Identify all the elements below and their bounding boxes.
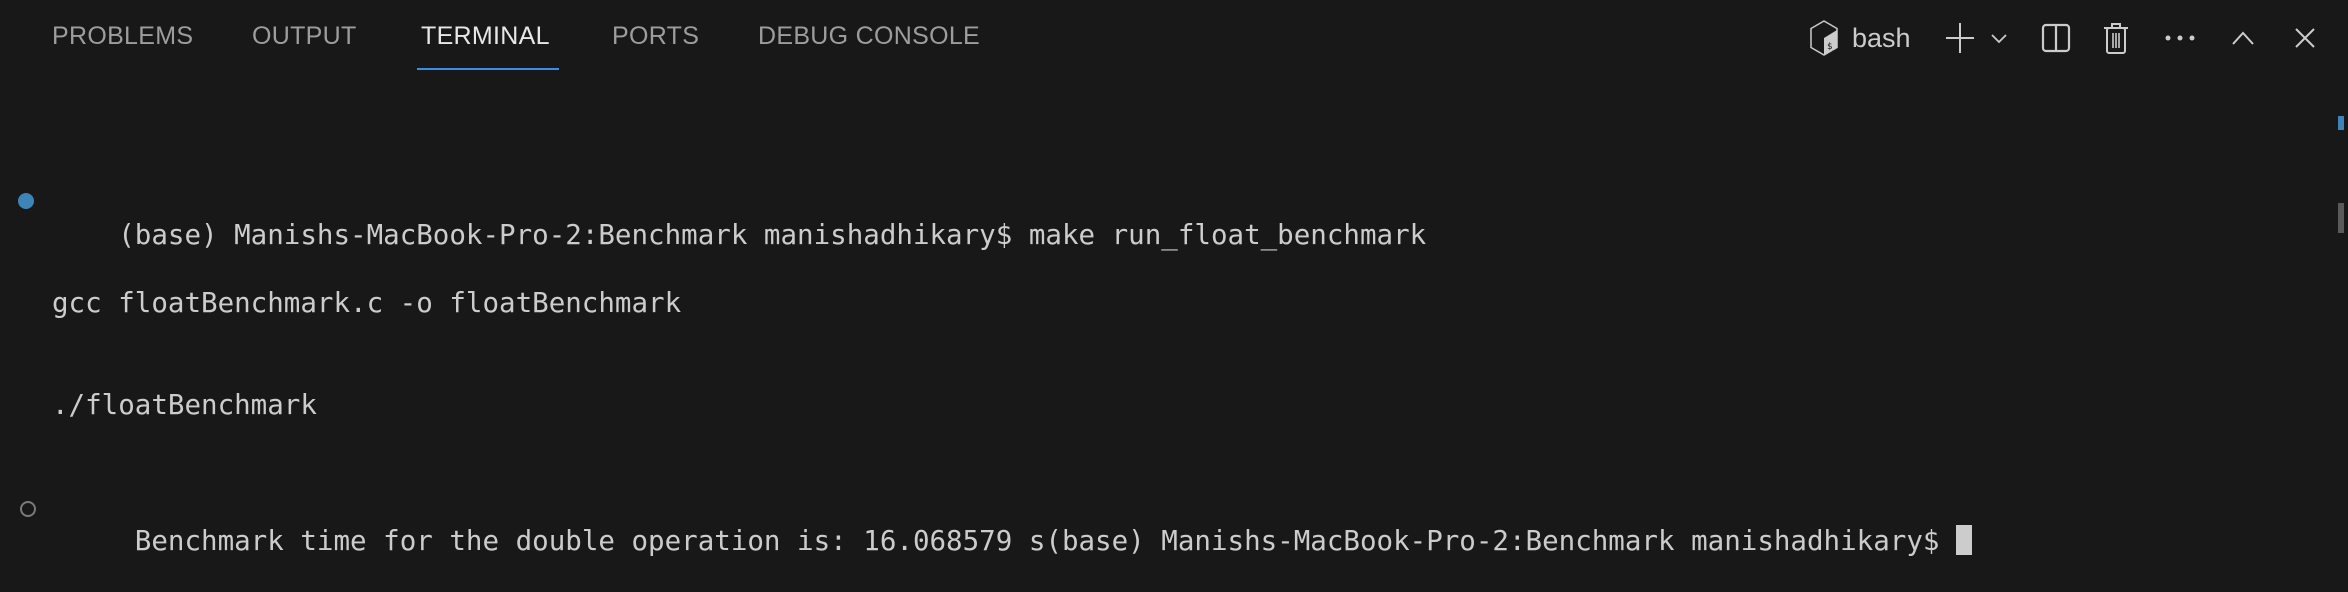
command-pending-icon[interactable]	[20, 501, 36, 517]
plus-icon	[1946, 23, 1974, 53]
tab-problems[interactable]: PROBLEMS	[52, 22, 193, 51]
chevron-down-icon	[1991, 34, 2007, 44]
more-icon	[2165, 35, 2195, 41]
line-text: ./floatBenchmark	[52, 389, 317, 421]
kill-terminal-button[interactable]	[2098, 18, 2134, 58]
trash-icon	[2104, 23, 2128, 54]
terminal-line: ./floatBenchmark	[52, 388, 1972, 422]
maximize-icon	[2232, 31, 2254, 45]
terminal-selector[interactable]: $_ bash	[1808, 18, 1932, 58]
split-terminal-button[interactable]	[2038, 18, 2074, 58]
maximize-panel-button[interactable]	[2226, 18, 2260, 58]
line-text: (base) Manishs-MacBook-Pro-2:Benchmark m…	[118, 219, 1427, 251]
terminal-line: gcc floatBenchmark.c -o floatBenchmark	[52, 286, 1972, 320]
terminal-line: (base) Manishs-MacBook-Pro-2:Benchmark m…	[18, 184, 1972, 251]
active-tab-indicator	[417, 68, 559, 70]
split-icon	[2041, 23, 2071, 53]
scrollbar-thumb[interactable]	[2338, 203, 2344, 233]
more-actions-button[interactable]	[2160, 18, 2200, 58]
command-success-icon[interactable]	[18, 193, 34, 209]
terminal-line: Benchmark time for the double operation …	[20, 490, 1972, 557]
launch-profile-button[interactable]	[1988, 18, 2010, 58]
terminal-cursor	[1956, 525, 1972, 555]
tab-output[interactable]: OUTPUT	[252, 22, 357, 51]
bash-icon: $_	[1810, 20, 1838, 56]
tab-debug-console[interactable]: DEBUG CONSOLE	[758, 22, 980, 51]
svg-text:$_: $_	[1827, 42, 1838, 52]
line-text: Benchmark time for the double operation …	[118, 525, 1956, 557]
tab-ports[interactable]: PORTS	[612, 22, 699, 51]
close-panel-button[interactable]	[2288, 18, 2322, 58]
scrollbar-decoration-marker	[2338, 116, 2344, 130]
line-text: gcc floatBenchmark.c -o floatBenchmark	[52, 287, 682, 319]
terminal-output[interactable]: (base) Manishs-MacBook-Pro-2:Benchmark m…	[18, 116, 1972, 558]
new-terminal-button[interactable]	[1943, 18, 1977, 58]
close-icon	[2295, 28, 2315, 48]
tab-terminal[interactable]: TERMINAL	[421, 22, 550, 51]
shell-label: bash	[1852, 22, 1911, 53]
